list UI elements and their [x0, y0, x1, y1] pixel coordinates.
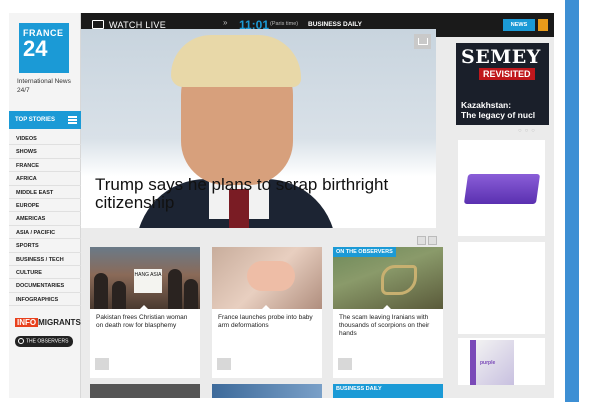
- paris-time-label: (Paris time): [270, 21, 299, 27]
- story-card-caption[interactable]: France launches probe into baby arm defo…: [218, 314, 318, 330]
- photo-figure: [112, 281, 126, 309]
- ad-tile[interactable]: purple: [458, 338, 545, 385]
- story-card-image: ON THE OBSERVERS: [333, 247, 443, 309]
- protest-sign: HANG ASIA: [134, 269, 162, 293]
- sidebar-item-americas[interactable]: AMERICAS: [9, 212, 81, 226]
- promo-kicker: Kazakhstan: The legacy of nucl: [461, 100, 535, 120]
- sidebar-item-videos[interactable]: VIDEOS: [9, 132, 81, 146]
- hero-headline[interactable]: Trump says he plans to scrap birthright …: [95, 176, 425, 212]
- hamburger-menu-icon[interactable]: [68, 116, 77, 124]
- sidebar-item-infographics[interactable]: INFOGRAPHICS: [9, 293, 81, 307]
- sidebar-item-africa[interactable]: AFRICA: [9, 172, 81, 186]
- brand-tagline: International News 24/7: [17, 78, 71, 94]
- card-notch: [382, 305, 392, 310]
- card-notch: [261, 305, 271, 310]
- ad-product-image: [463, 174, 541, 204]
- sidebar-item-sports[interactable]: SPORTS: [9, 239, 81, 253]
- photo-scorpion: [381, 265, 417, 295]
- observers-eye-icon: [18, 338, 24, 344]
- france24-logo[interactable]: FRANCE 24: [19, 23, 69, 73]
- observers-label: THE OBSERVERS: [26, 338, 69, 345]
- next-row-story-image[interactable]: [212, 384, 322, 398]
- grid-view-icon[interactable]: [417, 236, 426, 245]
- sidebar-nav: VIDEOS SHOWS FRANCE AFRICA MIDDLE EAST E…: [9, 132, 81, 307]
- share-icon[interactable]: [95, 358, 109, 370]
- observers-tag: ON THE OBSERVERS: [333, 247, 396, 257]
- photo-figure: [168, 269, 182, 309]
- ad-tile[interactable]: [458, 140, 545, 236]
- sidebar: FRANCE 24 International News 24/7 TOP ST…: [9, 13, 81, 398]
- list-view-icon[interactable]: [428, 236, 437, 245]
- sidebar-item-europe[interactable]: EUROPE: [9, 199, 81, 213]
- sidebar-item-asia-pacific[interactable]: ASIA / PACIFIC: [9, 226, 81, 240]
- promo-kicker-line1: Kazakhstan:: [461, 100, 512, 110]
- hero-photo-hair: [171, 35, 301, 87]
- sidebar-item-shows[interactable]: SHOWS: [9, 145, 81, 159]
- share-icon[interactable]: [338, 358, 352, 370]
- sidebar-item-documentaries[interactable]: DOCUMENTARIES: [9, 279, 81, 293]
- photo-figure: [184, 279, 198, 309]
- promo-title: SEMEY: [461, 46, 541, 68]
- story-card[interactable]: ON THE OBSERVERS The scam leaving Irania…: [333, 247, 443, 378]
- ad-tile[interactable]: [458, 242, 545, 334]
- photo-figure: [94, 273, 108, 309]
- promo-kicker-line2: The legacy of nucl: [461, 110, 536, 120]
- lang-switch-button[interactable]: [538, 19, 548, 31]
- share-icon[interactable]: [217, 358, 231, 370]
- logo-line2: 24: [23, 36, 48, 61]
- infomigrants-logo[interactable]: INFO MIGRANTS: [15, 318, 81, 330]
- photo-baby: [247, 261, 295, 291]
- sidebar-item-culture[interactable]: CULTURE: [9, 266, 81, 280]
- ad-product-label: purple: [480, 360, 496, 366]
- carousel-dots[interactable]: ○○○: [518, 128, 538, 134]
- observers-logo[interactable]: THE OBSERVERS: [15, 336, 73, 347]
- sidebar-item-france[interactable]: FRANCE: [9, 159, 81, 173]
- story-card-caption[interactable]: The scam leaving Iranians with thousands…: [339, 314, 439, 338]
- top-stories-label: TOP STORIES: [15, 117, 56, 123]
- promo-subtitle: REVISITED: [479, 68, 535, 80]
- view-toggle: [417, 232, 441, 245]
- top-stories-button[interactable]: TOP STORIES: [9, 111, 81, 129]
- chevron-icon[interactable]: »: [223, 18, 227, 27]
- share-icon[interactable]: [414, 34, 431, 49]
- page-accent-bar: [565, 0, 579, 402]
- story-card[interactable]: France launches probe into baby arm defo…: [212, 247, 322, 378]
- story-card-caption[interactable]: Pakistan frees Christian woman on death …: [96, 314, 196, 330]
- hero-story[interactable]: Trump says he plans to scrap birthright …: [81, 29, 436, 228]
- infomigrants-logo-part-a: INFO: [15, 318, 39, 327]
- sidebar-item-business-tech[interactable]: BUSINESS / TECH: [9, 253, 81, 266]
- story-card-image: [212, 247, 322, 309]
- story-card-image: HANG ASIA: [90, 247, 200, 309]
- infomigrants-logo-part-b: MIGRANTS: [38, 318, 81, 327]
- story-card[interactable]: HANG ASIA Pakistan frees Christian woman…: [90, 247, 200, 378]
- now-playing-program[interactable]: BUSINESS DAILY: [308, 21, 362, 28]
- news-button[interactable]: NEWS: [503, 19, 535, 31]
- sidebar-item-middle-east[interactable]: MIDDLE EAST: [9, 186, 81, 199]
- business-daily-tile[interactable]: BUSINESS DAILY: [333, 384, 443, 398]
- card-notch: [139, 305, 149, 310]
- semey-promo[interactable]: SEMEY REVISITED Kazakhstan: The legacy o…: [456, 43, 549, 125]
- next-row-story-image[interactable]: [90, 384, 200, 398]
- tv-icon[interactable]: [92, 20, 104, 29]
